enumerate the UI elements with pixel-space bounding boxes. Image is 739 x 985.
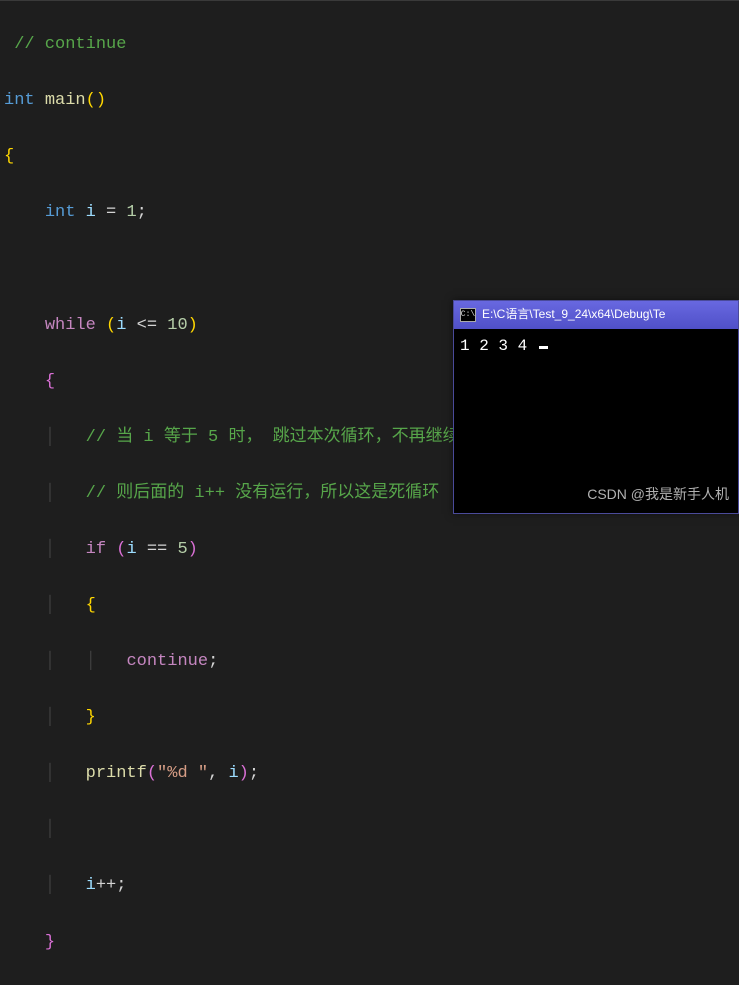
console-window[interactable]: C:\ E:\C语言\Test_9_24\x64\Debug\Te 1 2 3 …: [453, 300, 739, 514]
console-titlebar[interactable]: C:\ E:\C语言\Test_9_24\x64\Debug\Te: [454, 301, 738, 329]
code-line: }: [0, 929, 739, 957]
code-line: [0, 255, 739, 283]
console-title: E:\C语言\Test_9_24\x64\Debug\Te: [482, 305, 665, 325]
console-icon: C:\: [460, 308, 476, 322]
code-line: │ printf("%d ", i);: [0, 760, 739, 788]
code-line: int i = 1;: [0, 199, 739, 227]
console-output[interactable]: 1 2 3 4: [454, 329, 738, 513]
code-line: │: [0, 816, 739, 844]
code-line: │ if (i == 5): [0, 536, 739, 564]
comment: // continue: [14, 35, 126, 54]
cursor-icon: [539, 346, 548, 349]
code-line: {: [0, 143, 739, 171]
code-line: │ {: [0, 592, 739, 620]
code-line: // continue: [0, 31, 739, 59]
code-line: int main(): [0, 87, 739, 115]
code-line: │ i++;: [0, 872, 739, 900]
code-line: │ }: [0, 704, 739, 732]
code-line: │ │ continue;: [0, 648, 739, 676]
